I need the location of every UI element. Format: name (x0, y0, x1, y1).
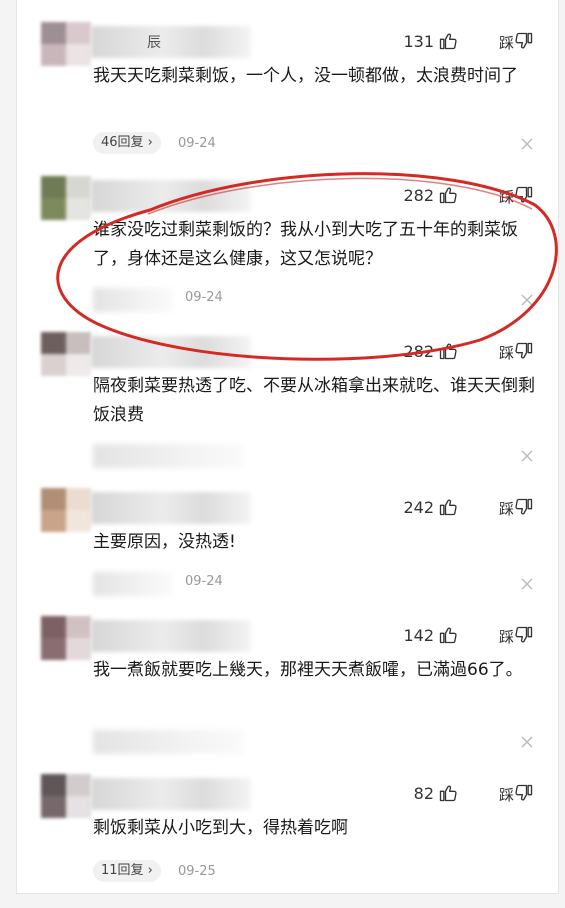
thumbs-down-icon[interactable] (514, 341, 534, 361)
comment-text: 我天天吃剩菜剩饭，一个人，没一顿都做，太浪费时间了 (93, 66, 518, 86)
username-blurred[interactable] (91, 492, 251, 524)
comment-text: 谁家没吃过剩菜剩饭的？我从小到大吃了五十年的剩菜饭了，身体还是这么健康，这又怎说… (93, 220, 518, 269)
avatar[interactable] (41, 774, 91, 818)
reply-count-blurred[interactable] (93, 572, 173, 596)
close-icon[interactable] (520, 293, 534, 307)
comment-date: 09-24 (177, 135, 216, 151)
close-icon[interactable] (520, 449, 534, 463)
like-count: 82 (413, 784, 434, 803)
thumbs-up-icon[interactable] (438, 783, 458, 803)
comment-meta: 46回复 › 09-24 (93, 132, 216, 156)
comment-date: 09-25 (177, 863, 216, 879)
comment-text: 主要原因，没热透! (93, 532, 236, 552)
username-blurred[interactable] (91, 180, 251, 212)
close-icon[interactable] (520, 137, 534, 151)
comment-item: 142 踩 我一煮飯就要吃上幾天，那裡天天煮飯嚯，已滿過66了。 (17, 616, 558, 756)
comment-meta: 11回复 › 09-25 (93, 860, 216, 884)
thumbs-up-icon[interactable] (438, 185, 458, 205)
comment-item: 82 踩 剩饭剩菜从小吃到大，得热着吃啊 11回复 › 09-25 (17, 774, 558, 889)
username-blurred[interactable] (91, 778, 251, 810)
comment-item: 辰 131 踩 我天天吃剩菜剩饭，一个人，没一顿都做，太浪费时间了 46回复 ›… (17, 22, 558, 162)
comment-date: 09-24 (185, 574, 223, 589)
comment-text: 隔夜剩菜要热透了吃、不要从冰箱拿出来就吃、谁天天倒剩饭浪费 (93, 376, 535, 425)
thumbs-down-icon[interactable] (514, 185, 534, 205)
dislike-label[interactable]: 踩 (499, 342, 514, 363)
close-icon[interactable] (520, 735, 534, 749)
comment-date: 09-24 (185, 290, 223, 305)
dislike-label[interactable]: 踩 (499, 498, 514, 519)
reply-count-blurred[interactable] (93, 288, 173, 312)
thumbs-down-icon[interactable] (514, 625, 534, 645)
thumbs-up-icon[interactable] (438, 625, 458, 645)
like-count: 282 (403, 342, 434, 361)
username-visible-glyph: 辰 (147, 35, 161, 51)
like-count: 282 (403, 186, 434, 205)
comment-item: 282 踩 谁家没吃过剩菜剩饭的？我从小到大吃了五十年的剩菜饭了，身体还是这么健… (17, 176, 558, 316)
dislike-label[interactable]: 踩 (499, 32, 514, 53)
reply-count-blurred[interactable] (93, 444, 243, 468)
avatar[interactable] (41, 488, 91, 532)
thumbs-down-icon[interactable] (514, 783, 534, 803)
close-icon[interactable] (520, 577, 534, 591)
thumbs-up-icon[interactable] (438, 341, 458, 361)
comment-item: 242 踩 主要原因，没热透! 09-24 (17, 488, 558, 598)
comment-item: 282 踩 隔夜剩菜要热透了吃、不要从冰箱拿出来就吃、谁天天倒剩饭浪费 (17, 332, 558, 472)
reply-count-button[interactable]: 46回复 › (93, 132, 161, 154)
avatar[interactable] (41, 332, 91, 376)
comment-list: 辰 131 踩 我天天吃剩菜剩饭，一个人，没一顿都做，太浪费时间了 46回复 ›… (16, 0, 559, 894)
thumbs-down-icon[interactable] (514, 31, 534, 51)
avatar[interactable] (41, 22, 91, 66)
like-count: 142 (403, 626, 434, 645)
username-blurred[interactable] (91, 336, 251, 368)
thumbs-down-icon[interactable] (514, 497, 534, 517)
avatar[interactable] (41, 616, 91, 660)
dislike-label[interactable]: 踩 (499, 186, 514, 207)
like-count: 242 (403, 498, 434, 517)
comment-text: 剩饭剩菜从小吃到大，得热着吃啊 (93, 818, 348, 838)
thumbs-up-icon[interactable] (438, 497, 458, 517)
dislike-label[interactable]: 踩 (499, 626, 514, 647)
username-blurred[interactable] (91, 620, 251, 652)
dislike-label[interactable]: 踩 (499, 784, 514, 805)
comment-text: 我一煮飯就要吃上幾天，那裡天天煮飯嚯，已滿過66了。 (93, 660, 523, 680)
thumbs-up-icon[interactable] (438, 31, 458, 51)
reply-count-button[interactable]: 11回复 › (93, 860, 161, 882)
avatar[interactable] (41, 176, 91, 220)
username-blurred[interactable] (91, 26, 251, 58)
like-count: 131 (403, 32, 434, 51)
reply-count-blurred[interactable] (93, 730, 243, 754)
